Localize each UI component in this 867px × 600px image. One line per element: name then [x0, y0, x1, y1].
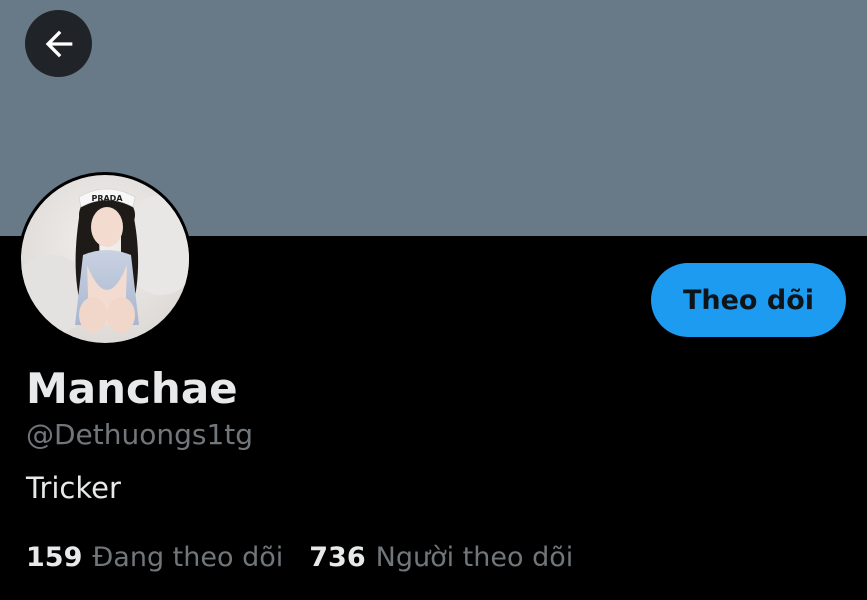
following-link[interactable]: 159 Đang theo dõi	[26, 538, 283, 578]
avatar[interactable]: PRADA	[18, 172, 192, 346]
profile-page: PRADA Theo dõi Manchae @Dethuongs1tg Tri…	[0, 0, 867, 600]
arrow-left-icon	[45, 30, 72, 57]
followers-count: 736	[309, 542, 366, 573]
follow-button[interactable]: Theo dõi	[651, 263, 846, 337]
avatar-logo-text: PRADA	[91, 194, 123, 203]
followers-link[interactable]: 736 Người theo dõi	[309, 538, 573, 578]
bio: Tricker	[26, 471, 121, 505]
username: @Dethuongs1tg	[26, 418, 254, 451]
display-name: Manchae	[26, 364, 238, 413]
avatar-photo: PRADA	[21, 175, 189, 343]
profile-stats: 159 Đang theo dõi 736 Người theo dõi	[26, 538, 573, 578]
followers-label: Người theo dõi	[375, 542, 574, 573]
back-button[interactable]	[25, 10, 92, 77]
following-count: 159	[26, 542, 83, 573]
following-label: Đang theo dõi	[92, 542, 284, 573]
